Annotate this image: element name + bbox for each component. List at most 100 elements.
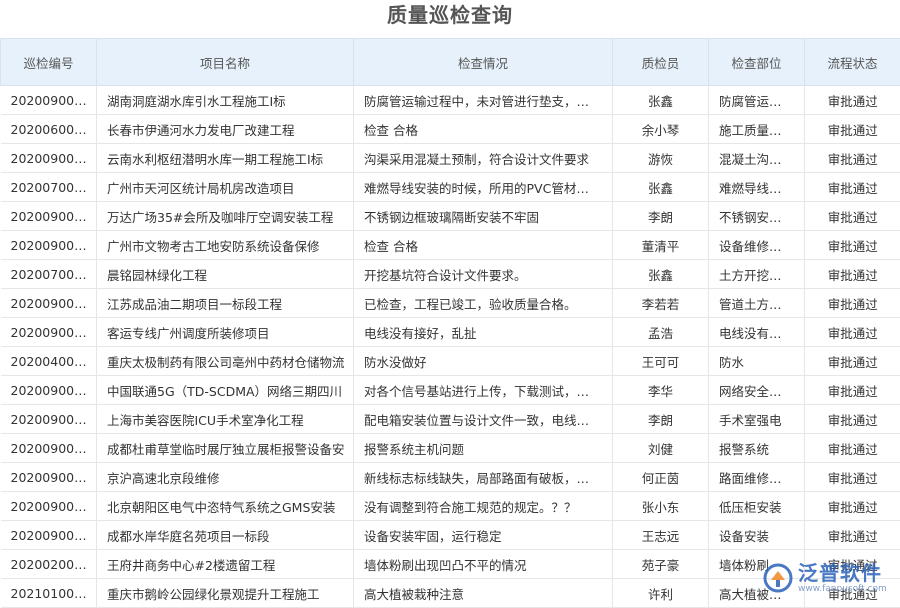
cell-inspector[interactable]: 李若若 — [613, 289, 709, 318]
cell-flow-status: 审批通过 — [805, 202, 900, 231]
page-title: 质量巡检查询 — [0, 0, 900, 38]
table-row[interactable]: 2020090007万达广场35#会所及咖啡厅空调安装工程不锈钢边框玻璃隔断安装… — [1, 202, 900, 231]
cell-flow-status: 审批通过 — [805, 115, 900, 144]
cell-inspection-id[interactable]: 2020090020 — [1, 405, 97, 434]
cell-inspector[interactable]: 何正茵 — [613, 463, 709, 492]
table-row[interactable]: 2020090006云南水利枢纽潜明水库一期工程施工I标沟渠采用混凝土预制，符合… — [1, 144, 900, 173]
header-inspection-id[interactable]: 巡检编号 — [1, 39, 97, 86]
table-row[interactable]: 2020070006晨铭园林绿化工程开挖基坑符合设计文件要求。张鑫土方开挖…审批… — [1, 260, 900, 289]
cell-inspection-id[interactable]: 2020070006 — [1, 260, 97, 289]
cell-inspector[interactable]: 苑子豪 — [613, 550, 709, 579]
cell-check-result: 开挖基坑符合设计文件要求。 — [354, 260, 613, 289]
cell-inspector[interactable]: 孟浩 — [613, 318, 709, 347]
table-row[interactable]: 2020090018北京朝阳区电气中恣特气系统之GMS安装没有调整到符合施工规范… — [1, 492, 900, 521]
cell-flow-status: 审批通过 — [805, 405, 900, 434]
cell-check-part: 难燃导线… — [709, 173, 805, 202]
cell-inspector[interactable]: 王可可 — [613, 347, 709, 376]
cell-inspection-id[interactable]: 2020090008 — [1, 231, 97, 260]
table-row[interactable]: 2020070002广州市天河区统计局机房改造项目难燃导线安装的时候，所用的PV… — [1, 173, 900, 202]
cell-check-result: 沟渠采用混凝土预制，符合设计文件要求 — [354, 144, 613, 173]
cell-inspection-id[interactable]: 2020060005 — [1, 115, 97, 144]
cell-check-part: 低压柜安装 — [709, 492, 805, 521]
cell-project-name[interactable]: 中国联通5G（TD-SCDMA）网络三期四川 — [97, 376, 354, 405]
cell-flow-status: 审批通过 — [805, 231, 900, 260]
brand-url: www.fanpusoft.com — [798, 584, 887, 594]
cell-project-name[interactable]: 江苏成品油二期项目一标段工程 — [97, 289, 354, 318]
cell-inspector[interactable]: 李朗 — [613, 405, 709, 434]
cell-project-name[interactable]: 成都水岸华庭名苑项目一标段 — [97, 521, 354, 550]
cell-inspection-id[interactable]: 2020040002 — [1, 347, 97, 376]
cell-inspector[interactable]: 董清平 — [613, 231, 709, 260]
cell-inspection-id[interactable]: 2020070002 — [1, 173, 97, 202]
header-flow-status[interactable]: 流程状态 — [805, 39, 900, 86]
cell-project-name[interactable]: 成都杜甫草堂临时展厅独立展柜报警设备安 — [97, 434, 354, 463]
cell-inspection-id[interactable]: 2020090007 — [1, 202, 97, 231]
cell-flow-status: 审批通过 — [805, 86, 900, 115]
cell-inspector[interactable]: 张鑫 — [613, 260, 709, 289]
table-row[interactable]: 2020090001京沪高速北京段维修新线标志标线缺失，局部路面有破板，…何正茵… — [1, 463, 900, 492]
cell-project-name[interactable]: 客运专线广州调度所装修项目 — [97, 318, 354, 347]
cell-inspector[interactable]: 刘健 — [613, 434, 709, 463]
cell-inspector[interactable]: 张鑫 — [613, 86, 709, 115]
inspection-table: 巡检编号 项目名称 检查情况 质检员 检查部位 流程状态 2020090005湖… — [0, 38, 900, 608]
cell-flow-status: 审批通过 — [805, 173, 900, 202]
cell-check-result: 已检查，工程已竣工，验收质量合格。 — [354, 289, 613, 318]
cell-inspection-id[interactable]: 2020020001 — [1, 550, 97, 579]
table-row[interactable]: 2020090005湖南洞庭湖水库引水工程施工I标防腐管运输过程中，未对管进行垫… — [1, 86, 900, 115]
cell-inspector[interactable]: 王志远 — [613, 521, 709, 550]
cell-inspection-id[interactable]: 2021010003 — [1, 579, 97, 608]
cell-project-name[interactable]: 重庆太极制药有限公司亳州中药材仓储物流 — [97, 347, 354, 376]
cell-inspection-id[interactable]: 2020090014 — [1, 318, 97, 347]
cell-inspection-id[interactable]: 2020090018 — [1, 492, 97, 521]
table-row[interactable]: 2020090014客运专线广州调度所装修项目电线没有接好，乱扯孟浩电线没有…审… — [1, 318, 900, 347]
cell-project-name[interactable]: 长春市伊通河水力发电厂改建工程 — [97, 115, 354, 144]
table-row[interactable]: 2020090008广州市文物考古工地安防系统设备保修检查 合格董清平设备维修…… — [1, 231, 900, 260]
cell-inspector[interactable]: 张小东 — [613, 492, 709, 521]
cell-project-name[interactable]: 广州市天河区统计局机房改造项目 — [97, 173, 354, 202]
cell-inspection-id[interactable]: 2020090017 — [1, 434, 97, 463]
table-row[interactable]: 2020040002重庆太极制药有限公司亳州中药材仓储物流防水没做好王可可防水审… — [1, 347, 900, 376]
header-inspector[interactable]: 质检员 — [613, 39, 709, 86]
cell-check-part: 防腐管运… — [709, 86, 805, 115]
cell-project-name[interactable]: 万达广场35#会所及咖啡厅空调安装工程 — [97, 202, 354, 231]
cell-inspection-id[interactable]: 2020090002 — [1, 521, 97, 550]
header-project-name[interactable]: 项目名称 — [97, 39, 354, 86]
cell-check-part: 土方开挖… — [709, 260, 805, 289]
cell-inspector[interactable]: 张鑫 — [613, 173, 709, 202]
cell-project-name[interactable]: 上海市美容医院ICU手术室净化工程 — [97, 405, 354, 434]
cell-project-name[interactable]: 京沪高速北京段维修 — [97, 463, 354, 492]
cell-check-part: 管道土方… — [709, 289, 805, 318]
cell-check-result: 对各个信号基站进行上传，下载测试，… — [354, 376, 613, 405]
cell-inspector[interactable]: 许利 — [613, 579, 709, 608]
cell-inspector[interactable]: 余小琴 — [613, 115, 709, 144]
cell-check-part: 电线没有… — [709, 318, 805, 347]
cell-inspection-id[interactable]: 2020090013 — [1, 376, 97, 405]
cell-project-name[interactable]: 王府井商务中心#2楼遗留工程 — [97, 550, 354, 579]
cell-inspector[interactable]: 游恢 — [613, 144, 709, 173]
cell-check-part: 设备维修… — [709, 231, 805, 260]
cell-inspection-id[interactable]: 2020090005 — [1, 86, 97, 115]
header-check-result[interactable]: 检查情况 — [354, 39, 613, 86]
table-row[interactable]: 2020090010江苏成品油二期项目一标段工程已检查，工程已竣工，验收质量合格… — [1, 289, 900, 318]
cell-inspection-id[interactable]: 2020090006 — [1, 144, 97, 173]
table-row[interactable]: 2020090002成都水岸华庭名苑项目一标段设备安装牢固，运行稳定王志远设备安… — [1, 521, 900, 550]
cell-project-name[interactable]: 湖南洞庭湖水库引水工程施工I标 — [97, 86, 354, 115]
cell-project-name[interactable]: 重庆市鹅岭公园绿化景观提升工程施工 — [97, 579, 354, 608]
table-row[interactable]: 2020090017成都杜甫草堂临时展厅独立展柜报警设备安报警系统主机问题刘健报… — [1, 434, 900, 463]
cell-project-name[interactable]: 云南水利枢纽潜明水库一期工程施工I标 — [97, 144, 354, 173]
table-row[interactable]: 2020090020上海市美容医院ICU手术室净化工程配电箱安装位置与设计文件一… — [1, 405, 900, 434]
cell-inspector[interactable]: 李朗 — [613, 202, 709, 231]
cell-inspector[interactable]: 李华 — [613, 376, 709, 405]
header-check-part[interactable]: 检查部位 — [709, 39, 805, 86]
table-row[interactable]: 2020060005长春市伊通河水力发电厂改建工程检查 合格余小琴施工质量…审批… — [1, 115, 900, 144]
cell-check-result: 新线标志标线缺失，局部路面有破板，… — [354, 463, 613, 492]
cell-check-result: 不锈钢边框玻璃隔断安装不牢固 — [354, 202, 613, 231]
cell-project-name[interactable]: 晨铭园林绿化工程 — [97, 260, 354, 289]
cell-project-name[interactable]: 北京朝阳区电气中恣特气系统之GMS安装 — [97, 492, 354, 521]
cell-inspection-id[interactable]: 2020090010 — [1, 289, 97, 318]
cell-project-name[interactable]: 广州市文物考古工地安防系统设备保修 — [97, 231, 354, 260]
table-row[interactable]: 2020090013中国联通5G（TD-SCDMA）网络三期四川对各个信号基站进… — [1, 376, 900, 405]
cell-check-part: 网络安全… — [709, 376, 805, 405]
cell-inspection-id[interactable]: 2020090001 — [1, 463, 97, 492]
cell-check-part: 防水 — [709, 347, 805, 376]
